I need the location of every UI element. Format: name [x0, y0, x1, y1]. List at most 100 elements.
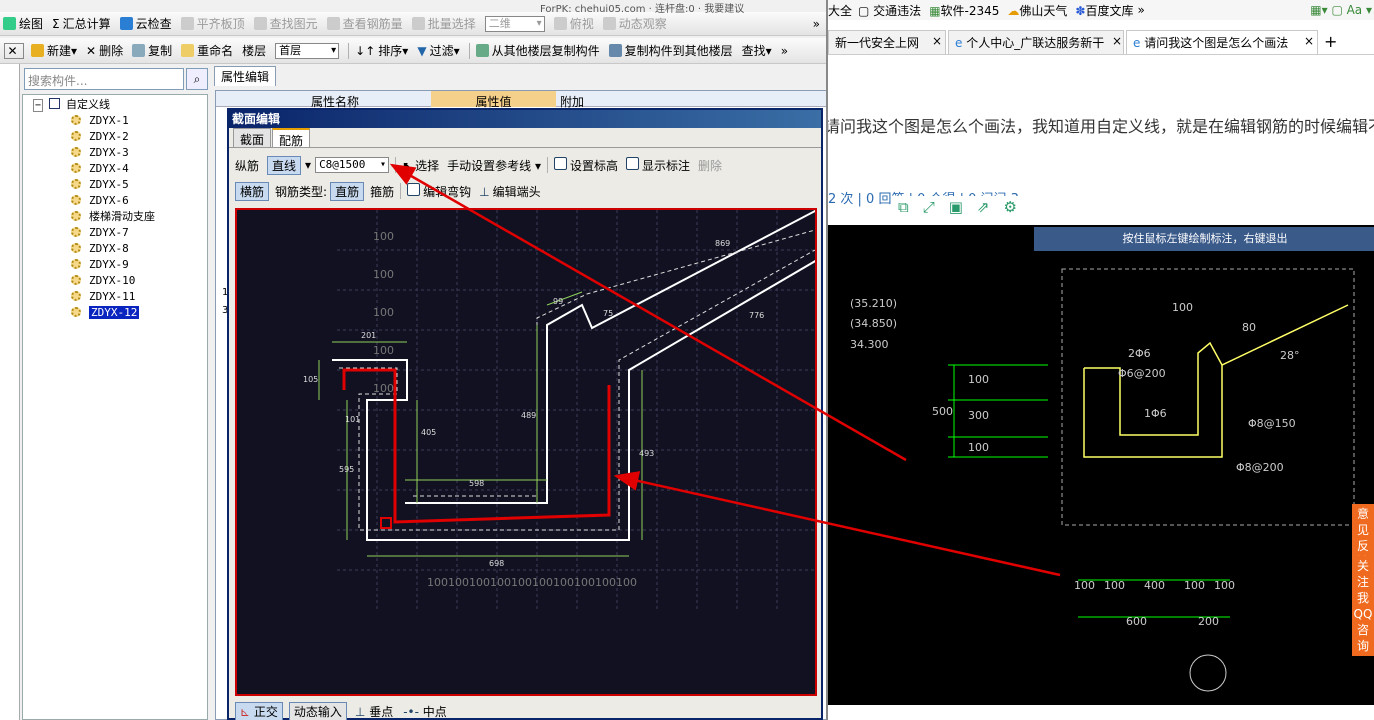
close-tab-icon[interactable]: ×	[932, 34, 942, 48]
gear-icon	[71, 291, 81, 301]
tree-item-selected[interactable]: ZDYX-12	[71, 305, 140, 321]
tree-item[interactable]: ZDYX-2	[71, 129, 129, 145]
fullscreen-icon[interactable]: ⤢	[923, 198, 935, 216]
rebar-start-marker	[380, 517, 392, 529]
tree-item[interactable]: ZDYX-8	[71, 241, 129, 257]
qq-side-button[interactable]: QQ咨询	[1352, 604, 1374, 656]
tab-property-edit[interactable]: 属性编辑	[214, 66, 277, 86]
section-drawing-canvas[interactable]: 100 100 100 100 100 100 100 100 100 100 …	[235, 208, 818, 696]
copy-to-floor-button[interactable]: 复制构件到其他楼层	[606, 40, 739, 62]
image-tools: ⧉ ⤢ ▣ ⇗ ⚙	[892, 196, 1023, 218]
top-view-button[interactable]: 俯视	[551, 13, 600, 35]
new-tab-button[interactable]: +	[1324, 32, 1337, 51]
grid-label: 100	[427, 576, 448, 589]
side-label: 100	[373, 268, 394, 281]
toolbar-overflow-button[interactable]: »	[810, 13, 826, 35]
sort-button[interactable]: ↓↑ 排序 ▾	[352, 40, 414, 62]
perpendicular-snap-button[interactable]: ⊥ 垂点	[355, 703, 393, 720]
browser-tab[interactable]: e 个人中心_广联达服务新干	[948, 30, 1124, 54]
close-tab-icon[interactable]: ×	[1304, 34, 1314, 48]
dim-label: 598	[469, 479, 484, 488]
show-label-button[interactable]: 显示标注	[626, 156, 690, 174]
gear-icon[interactable]: ⚙	[1004, 198, 1017, 216]
manual-refline-button[interactable]: 手动设置参考线 ▾	[447, 157, 541, 174]
draw-button[interactable]: 绘图	[0, 13, 49, 35]
close-tab-icon[interactable]: ×	[1112, 34, 1122, 48]
dim-label: 698	[489, 559, 504, 568]
browser-tab-active[interactable]: e 请问我这个图是怎么个画法	[1126, 30, 1318, 54]
bookmark-item[interactable]: 大全	[828, 2, 852, 19]
find-element-button[interactable]: 查找图元	[251, 13, 324, 35]
horizontal-rebar-button[interactable]: 横筋	[235, 181, 270, 201]
copy-button[interactable]: 复制	[129, 40, 178, 62]
tree-item[interactable]: ZDYX-9	[71, 257, 129, 273]
rebar-spec-select[interactable]: C8@1500	[315, 157, 390, 173]
tree-item[interactable]: ZDYX-3	[71, 145, 129, 161]
rename-button[interactable]: 重命名	[178, 40, 239, 62]
new-icon	[31, 44, 44, 57]
tree-item[interactable]: ZDYX-5	[71, 177, 129, 193]
select-button[interactable]: ⬉ 选择	[402, 157, 439, 174]
batch-icon	[411, 17, 425, 30]
bookmarks-overflow[interactable]: »	[1138, 3, 1145, 17]
apps-icon[interactable]: ▦▾ ▢ Aa ▾	[1310, 3, 1372, 17]
delete-button[interactable]: ✕ 删除	[83, 40, 129, 62]
stirrup-button[interactable]: 箍筋	[370, 183, 394, 200]
tree-item[interactable]: ZDYX-11	[71, 289, 135, 305]
bookmark-item[interactable]: ✽百度文库	[1075, 2, 1133, 19]
filter-button[interactable]: ▼ 过滤 ▾	[414, 40, 465, 62]
share-icon[interactable]: ⇗	[977, 198, 990, 216]
close-panel-button[interactable]: ✕	[4, 42, 24, 59]
dynamic-input-button[interactable]: 动态输入	[288, 701, 347, 720]
component-tree: − 自定义线 ZDYX-1 ZDYX-2 ZDYX-3 ZDYX-4 ZDYX-5…	[22, 94, 208, 720]
tree-root[interactable]: − 自定义线	[33, 97, 110, 113]
cloud-check-button[interactable]: 云检查	[117, 13, 178, 35]
tree-item[interactable]: ZDYX-4	[71, 161, 129, 177]
tree-item[interactable]: 楼梯滑动支座	[71, 209, 155, 225]
browser-tab[interactable]: 新一代安全上网	[828, 30, 946, 54]
ortho-button[interactable]: ⊾ 正交	[235, 701, 283, 720]
line-mode-button[interactable]: 直线	[267, 155, 302, 175]
tab-section[interactable]: 截面	[233, 128, 272, 147]
cad-text: 300	[968, 409, 989, 422]
tree-item[interactable]: ZDYX-7	[71, 225, 129, 241]
tree-item[interactable]: ZDYX-6	[71, 193, 129, 209]
bookmark-item[interactable]: ▦软件-2345	[929, 2, 999, 19]
summary-calc-button[interactable]: Σ 汇总计算	[49, 13, 117, 35]
dim-label: 776	[749, 311, 764, 320]
tab-rebar[interactable]: 配筋	[272, 128, 311, 148]
batch-select-button[interactable]: 批量选择	[409, 13, 482, 35]
tree-item[interactable]: ZDYX-10	[71, 273, 135, 289]
mode-dropdown-icon[interactable]: ▾	[305, 158, 311, 172]
midpoint-snap-button[interactable]: -•- 中点	[403, 703, 447, 720]
level-slab-button[interactable]: 平齐板顶	[178, 13, 251, 35]
paw-icon: ✽	[1075, 3, 1086, 18]
find-button[interactable]: 查找 ▾	[739, 40, 778, 62]
bookmark-item[interactable]: ☁佛山天气	[1007, 2, 1067, 19]
cad-text: 100	[1214, 579, 1235, 592]
save-icon[interactable]: ▣	[949, 198, 963, 216]
toolbar2-overflow-button[interactable]: »	[778, 40, 794, 62]
dynamic-view-button[interactable]: 动态观察	[600, 13, 673, 35]
copy-from-floor-button[interactable]: 从其他楼层复制构件	[473, 40, 606, 62]
set-elevation-button[interactable]: 设置标高	[554, 156, 618, 174]
cad-text: 200	[1198, 615, 1219, 628]
straight-bar-button[interactable]: 直筋	[330, 181, 365, 201]
tree-item[interactable]: ZDYX-1	[71, 113, 129, 129]
rebar-toolbar-row1: 纵筋 直线▾ C8@1500 ⬉选择 手动设置参考线 ▾ 设置标高 显示标注 删…	[235, 154, 722, 176]
view-2d-select[interactable]: 二维	[482, 13, 551, 35]
delete-rebar-button[interactable]: 删除	[698, 157, 722, 174]
component-search-input[interactable]: 搜索构件...	[24, 68, 184, 90]
copy-image-icon[interactable]: ⧉	[898, 198, 909, 216]
view-rebar-button[interactable]: 查看钢筋量	[324, 13, 409, 35]
search-icon[interactable]: ⌕	[186, 68, 208, 90]
cad-text: 34.300	[850, 338, 889, 351]
slab-icon	[180, 17, 194, 30]
bookmark-item[interactable]: ▢ 交通违法	[858, 2, 921, 19]
dim-label: 201	[361, 331, 376, 340]
cad-screenshot: 按住鼠标左键绘制标注，右键退出 (35.210) (34.850) 34.300…	[828, 225, 1374, 705]
new-button[interactable]: 新建 ▾	[28, 40, 83, 62]
floor-select[interactable]: 首层	[272, 40, 345, 62]
edit-hook-button[interactable]: 编辑弯钩	[407, 182, 471, 200]
edit-end-button[interactable]: ⊥ 编辑端头	[479, 183, 540, 200]
